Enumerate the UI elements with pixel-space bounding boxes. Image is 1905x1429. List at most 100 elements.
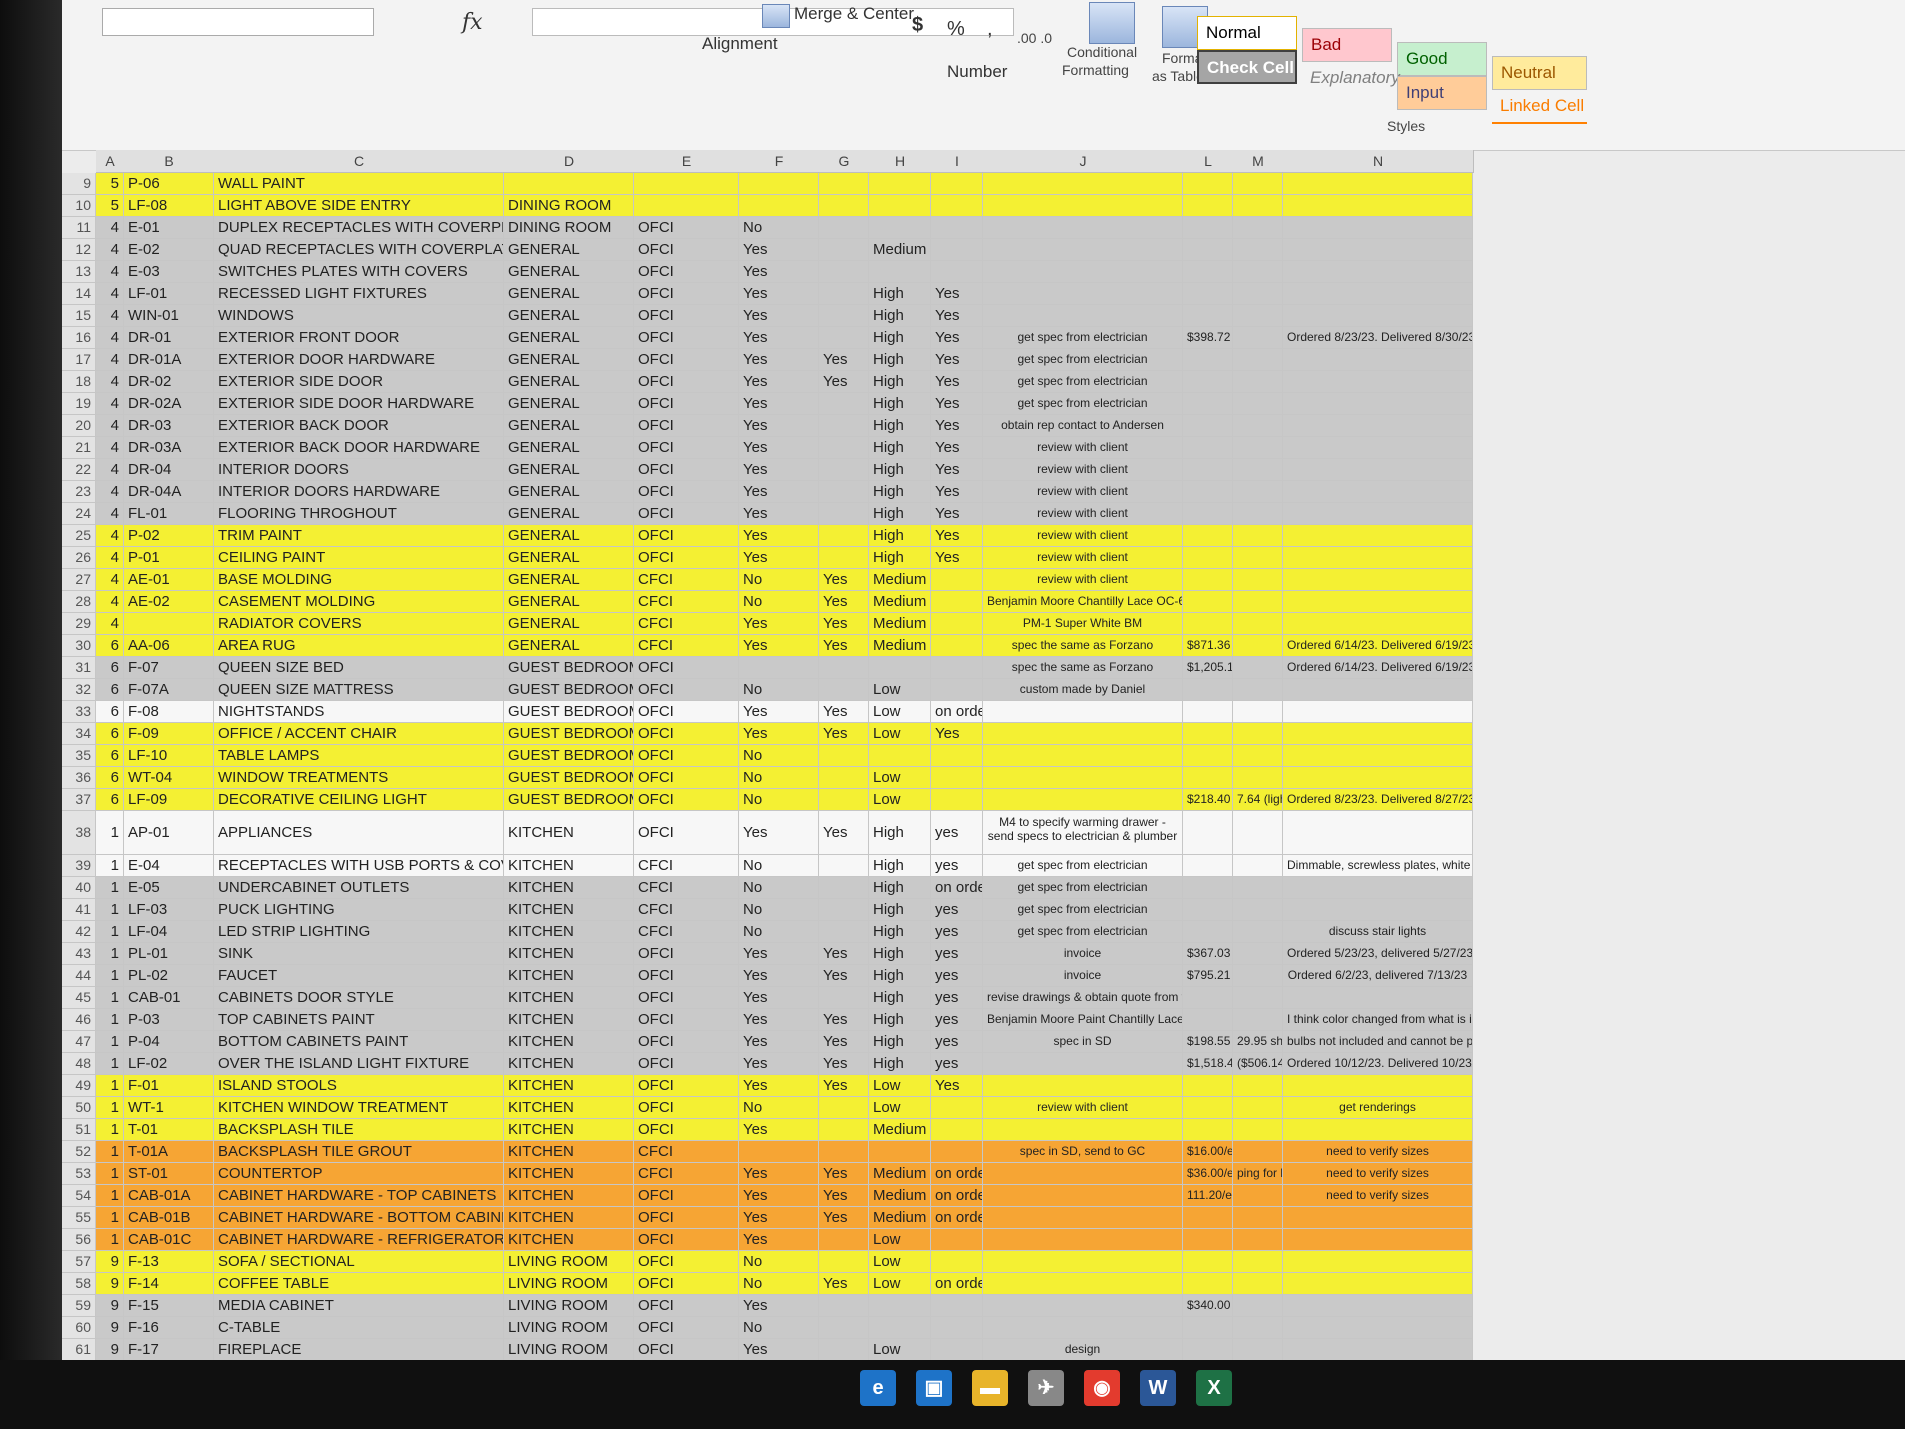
- style-bad[interactable]: Bad: [1302, 28, 1392, 62]
- cell[interactable]: KITCHEN: [504, 1163, 634, 1185]
- cell[interactable]: [819, 1097, 869, 1119]
- cell[interactable]: 1: [96, 1119, 124, 1141]
- cell[interactable]: 6: [96, 723, 124, 745]
- cell[interactable]: [1233, 701, 1283, 723]
- cell[interactable]: High: [869, 415, 931, 437]
- cell[interactable]: KITCHEN: [504, 899, 634, 921]
- cell[interactable]: CFCI: [634, 613, 739, 635]
- style-input[interactable]: Input: [1397, 76, 1487, 110]
- cell[interactable]: Yes: [819, 723, 869, 745]
- cell[interactable]: [1233, 767, 1283, 789]
- cell[interactable]: yes: [931, 1053, 983, 1075]
- cell[interactable]: GUEST BEDROOM: [504, 745, 634, 767]
- cell[interactable]: DR-04A: [124, 481, 214, 503]
- cell[interactable]: OFCI: [634, 943, 739, 965]
- cell[interactable]: GENERAL: [504, 459, 634, 481]
- column-header[interactable]: M: [1233, 150, 1284, 173]
- cell[interactable]: LED STRIP LIGHTING: [214, 921, 504, 943]
- cell[interactable]: F-07A: [124, 679, 214, 701]
- cell[interactable]: 6: [96, 635, 124, 657]
- cell[interactable]: 1: [96, 987, 124, 1009]
- cell[interactable]: [1233, 261, 1283, 283]
- cell[interactable]: Yes: [739, 965, 819, 987]
- cell[interactable]: Ordered 5/23/23, delivered 5/27/23: [1283, 943, 1473, 965]
- cell[interactable]: High: [869, 943, 931, 965]
- cell[interactable]: PL-02: [124, 965, 214, 987]
- cell[interactable]: [983, 173, 1183, 195]
- cell[interactable]: SOFA / SECTIONAL: [214, 1251, 504, 1273]
- cell[interactable]: [1233, 239, 1283, 261]
- cell[interactable]: OFCI: [634, 723, 739, 745]
- cell[interactable]: High: [869, 393, 931, 415]
- cell[interactable]: [869, 1317, 931, 1339]
- cell[interactable]: OFCI: [634, 1075, 739, 1097]
- cell[interactable]: [1233, 305, 1283, 327]
- cell[interactable]: [1283, 745, 1473, 767]
- row-header[interactable]: 42: [62, 921, 96, 943]
- cell[interactable]: review with client: [983, 547, 1183, 569]
- cell[interactable]: 1: [96, 1031, 124, 1053]
- cell[interactable]: [1233, 503, 1283, 525]
- cell[interactable]: TOP CABINETS PAINT: [214, 1009, 504, 1031]
- cell[interactable]: KITCHEN: [504, 921, 634, 943]
- cell[interactable]: 6: [96, 789, 124, 811]
- cell[interactable]: 4: [96, 459, 124, 481]
- cell[interactable]: Yes: [931, 547, 983, 569]
- cell[interactable]: CFCI: [634, 855, 739, 877]
- cell[interactable]: DECORATIVE CEILING LIGHT: [214, 789, 504, 811]
- cell[interactable]: CFCI: [634, 591, 739, 613]
- cell[interactable]: [931, 789, 983, 811]
- row-header[interactable]: 41: [62, 899, 96, 921]
- cell[interactable]: [869, 173, 931, 195]
- word-icon[interactable]: W: [1140, 1370, 1176, 1406]
- cell[interactable]: Medium: [869, 1119, 931, 1141]
- cell[interactable]: GENERAL: [504, 305, 634, 327]
- cell[interactable]: [1233, 811, 1283, 855]
- cell[interactable]: [983, 767, 1183, 789]
- row-header[interactable]: 22: [62, 459, 96, 481]
- cell[interactable]: [739, 195, 819, 217]
- cell[interactable]: Yes: [819, 1075, 869, 1097]
- cell[interactable]: get spec from electrician: [983, 393, 1183, 415]
- cell[interactable]: [869, 1141, 931, 1163]
- cell[interactable]: DR-02A: [124, 393, 214, 415]
- cell[interactable]: [819, 921, 869, 943]
- cell[interactable]: [1283, 723, 1473, 745]
- cell[interactable]: OFCI: [634, 1251, 739, 1273]
- cell[interactable]: Yes: [819, 943, 869, 965]
- column-header[interactable]: A: [96, 150, 125, 173]
- cell[interactable]: [819, 327, 869, 349]
- cell[interactable]: 9: [96, 1251, 124, 1273]
- cell[interactable]: Yes: [739, 283, 819, 305]
- cell[interactable]: [1283, 1339, 1473, 1360]
- cell[interactable]: [1233, 349, 1283, 371]
- cell[interactable]: need to verify sizes: [1283, 1185, 1473, 1207]
- cell[interactable]: [931, 195, 983, 217]
- cell[interactable]: GENERAL: [504, 371, 634, 393]
- cell[interactable]: 4: [96, 393, 124, 415]
- cell[interactable]: 29.95 shippi: [1233, 1031, 1283, 1053]
- cell[interactable]: review with client: [983, 459, 1183, 481]
- style-linked-cell[interactable]: Linked Cell: [1492, 90, 1587, 124]
- cell[interactable]: High: [869, 503, 931, 525]
- row-header[interactable]: 20: [62, 415, 96, 437]
- cell[interactable]: [1283, 899, 1473, 921]
- cell[interactable]: Ordered 6/14/23. Delivered 6/19/23: [1283, 635, 1473, 657]
- row-header[interactable]: 38: [62, 811, 96, 855]
- cell[interactable]: [1183, 261, 1233, 283]
- cell[interactable]: DR-03: [124, 415, 214, 437]
- row-header[interactable]: 21: [62, 437, 96, 459]
- cell[interactable]: Yes: [739, 701, 819, 723]
- cell[interactable]: revise drawings & obtain quote from wood…: [983, 987, 1183, 1009]
- cell[interactable]: KITCHEN: [504, 1207, 634, 1229]
- cell[interactable]: OFCI: [634, 371, 739, 393]
- cell[interactable]: 5: [96, 173, 124, 195]
- cell[interactable]: KITCHEN WINDOW TREATMENT: [214, 1097, 504, 1119]
- cell[interactable]: 6: [96, 657, 124, 679]
- cell[interactable]: [1183, 1207, 1233, 1229]
- cell[interactable]: [1183, 437, 1233, 459]
- row-header[interactable]: 16: [62, 327, 96, 349]
- cell[interactable]: [1283, 1251, 1473, 1273]
- cell[interactable]: OFCI: [634, 1119, 739, 1141]
- excel-icon[interactable]: X: [1196, 1370, 1232, 1406]
